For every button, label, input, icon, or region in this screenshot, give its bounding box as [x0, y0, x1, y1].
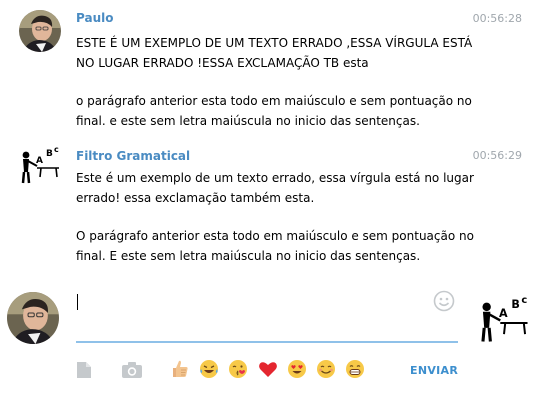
- message-paragraph: o parágrafo anterior esta todo em maiúsc…: [76, 94, 472, 128]
- camera-icon: [122, 362, 142, 378]
- document-icon: [77, 362, 91, 378]
- heart-eyes-icon[interactable]: [287, 359, 307, 379]
- avatar-filtro-gramatical[interactable]: A B c: [19, 143, 61, 185]
- message-paragraph: Este é um exemplo de um texto errado, es…: [76, 171, 474, 205]
- svg-text:A: A: [36, 156, 43, 166]
- send-button[interactable]: ENVIAR: [410, 364, 458, 377]
- composer: A B c ENVIAR: [0, 282, 543, 400]
- thumbs-up-icon[interactable]: [170, 359, 190, 379]
- message-time: 00:56:29: [472, 149, 522, 162]
- kissing-face-icon[interactable]: [228, 359, 248, 379]
- svg-text:B: B: [511, 298, 519, 311]
- message-filtro-gramatical: A B c Filtro Gramatical 00:56:29 Este é …: [0, 140, 543, 275]
- laughing-tears-icon[interactable]: [199, 359, 219, 379]
- svg-text:c: c: [521, 295, 527, 306]
- my-avatar[interactable]: [7, 292, 59, 344]
- message-input[interactable]: [76, 290, 426, 320]
- message-paragraph: O parágrafo anterior esta todo em maiúsc…: [76, 229, 474, 263]
- smiley-icon: [433, 290, 455, 312]
- attach-file-button[interactable]: [74, 360, 94, 380]
- emoji-picker-button[interactable]: [433, 290, 455, 312]
- grinning-face-icon[interactable]: [345, 359, 365, 379]
- svg-text:A: A: [499, 307, 508, 320]
- message-time: 00:56:28: [472, 12, 522, 25]
- bot-avatar[interactable]: A B c: [478, 292, 530, 344]
- sender-name[interactable]: Filtro Gramatical: [76, 149, 190, 163]
- message-paulo: Paulo 00:56:28 ESTE É UM EXEMPLO DE UM T…: [0, 0, 543, 135]
- camera-button[interactable]: [120, 360, 144, 380]
- message-paragraph: ESTE É UM EXEMPLO DE UM TEXTO ERRADO ,ES…: [76, 36, 473, 70]
- svg-text:B: B: [46, 149, 53, 159]
- smiling-face-icon[interactable]: [316, 359, 336, 379]
- red-heart-icon[interactable]: [258, 359, 278, 379]
- text-caret: [77, 294, 78, 310]
- svg-text:c: c: [54, 145, 59, 154]
- input-underline: [76, 341, 458, 343]
- avatar-paulo[interactable]: [19, 10, 61, 52]
- sender-name[interactable]: Paulo: [76, 11, 113, 25]
